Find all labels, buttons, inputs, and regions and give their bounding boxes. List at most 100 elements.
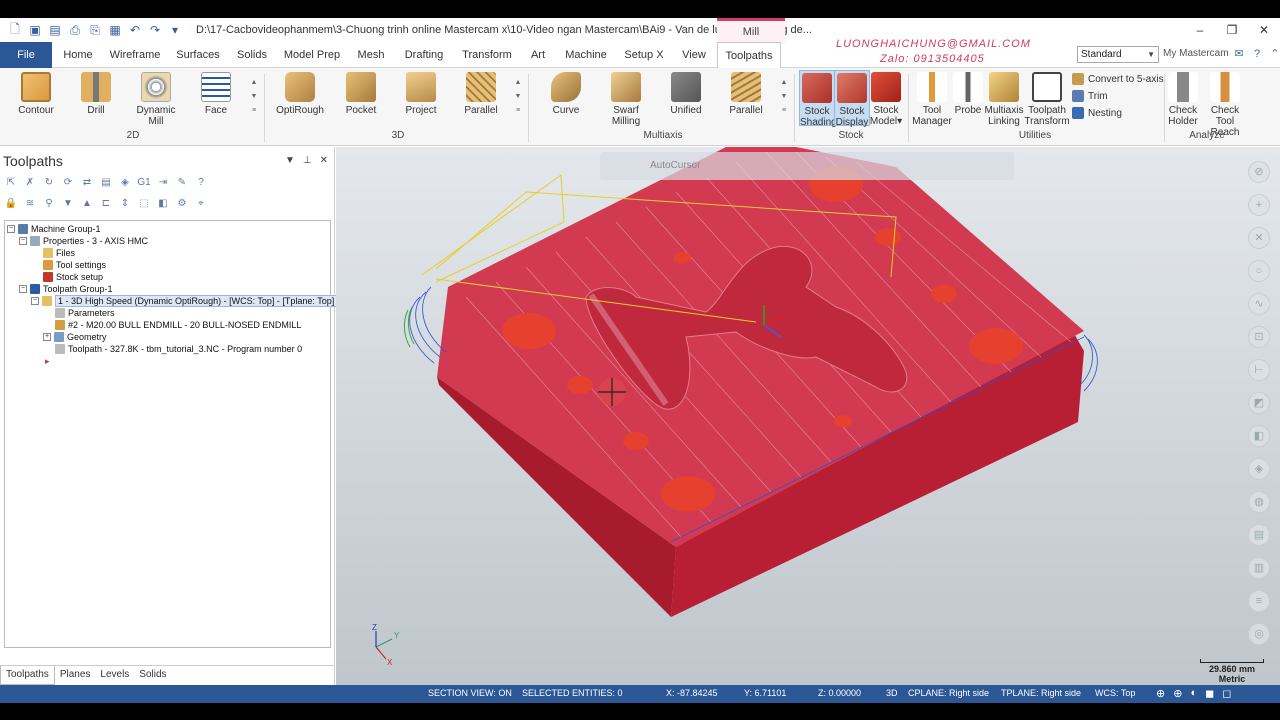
tab-mesh[interactable]: Mesh [352, 42, 390, 68]
tool-manager-button[interactable]: Tool Manager [912, 72, 952, 127]
tree-machine-group[interactable]: − Machine Group-1 [7, 223, 101, 235]
print-icon[interactable]: ⎙ [68, 23, 82, 37]
curve-button[interactable]: Curve [546, 72, 586, 116]
chat-icon[interactable]: ✉ [1232, 47, 1246, 61]
contour-button[interactable]: Contour [14, 72, 58, 116]
tree-tool-settings[interactable]: Tool settings [43, 259, 106, 271]
globe-grid-icon[interactable]: ⊕ [1173, 687, 1182, 700]
tree-tool[interactable]: #2 - M20.00 BULL ENDMILL - 20 BULL-NOSED… [55, 319, 301, 331]
select-all-icon[interactable]: ⇱ [4, 177, 18, 189]
tree-toolpath-group[interactable]: − Toolpath Group-1 [19, 283, 113, 295]
wcs-status[interactable]: WCS: Top [1095, 688, 1135, 698]
customize-qat-icon[interactable]: ▾ [168, 23, 182, 37]
unified-button[interactable]: Unified [664, 72, 708, 116]
check-holder-button[interactable]: Check Holder [1166, 72, 1200, 127]
move-down-icon[interactable]: ▼ [61, 198, 75, 210]
tplane-status[interactable]: TPLANE: Right side [1001, 688, 1081, 698]
my-mastercam-link[interactable]: My Mastercam [1163, 48, 1229, 59]
toggle-post-icon[interactable]: ⚲ [42, 198, 56, 210]
cplane-status[interactable]: CPLANE: Right side [908, 688, 989, 698]
stock-model-button[interactable]: Stock Model▾ [868, 72, 904, 127]
group-icon[interactable]: ▥ [1248, 557, 1270, 579]
level-icon[interactable]: ▤ [1248, 524, 1270, 546]
regenerate-icon[interactable]: ↻ [42, 177, 56, 189]
collapse-toggle[interactable]: − [19, 285, 27, 293]
only-display-selected-icon[interactable]: ⬚ [137, 198, 151, 210]
collapse-ribbon-icon[interactable]: ⌃ [1268, 47, 1280, 61]
circle-icon[interactable]: ○ [1248, 260, 1270, 282]
select-failed-icon[interactable]: ✗ [23, 177, 37, 189]
help-icon[interactable]: ? [1250, 47, 1264, 61]
cube-outline-icon[interactable]: ◻ [1222, 687, 1231, 700]
point-icon[interactable]: ⊡ [1248, 326, 1270, 348]
swarf-milling-button[interactable]: Swarf Milling [598, 72, 654, 127]
collapse-toggle[interactable]: − [19, 237, 27, 245]
tab-art[interactable]: Art [524, 42, 552, 68]
spline-icon[interactable]: ∿ [1248, 293, 1270, 315]
options-icon[interactable]: ⚙ [175, 198, 189, 210]
restore-button[interactable]: ❐ [1216, 18, 1248, 42]
cross-icon[interactable]: ✕ [1248, 227, 1270, 249]
regenerate-dirty-icon[interactable]: ⟳ [61, 177, 75, 189]
gallery-scroll-2d[interactable]: ▲ ▼ ≡ [250, 76, 258, 118]
color-icon[interactable]: ◍ [1248, 491, 1270, 513]
gallery-scroll-3d[interactable]: ▲ ▼ ≡ [514, 76, 522, 118]
insert-arrow-icon[interactable]: ⊏ [99, 198, 113, 210]
toggle-display-icon[interactable]: ≋ [23, 198, 37, 210]
tool-display-icon[interactable]: ⌖ [194, 198, 208, 210]
workspace-select[interactable]: Standard ▼ [1077, 46, 1159, 63]
tab-solids-manager[interactable]: Solids [134, 666, 171, 685]
tab-file[interactable]: File [0, 42, 52, 68]
layers-icon[interactable]: ≡ [1248, 590, 1270, 612]
tree-files[interactable]: Files [43, 247, 75, 259]
plus-icon[interactable]: + [1248, 194, 1270, 216]
tab-solids[interactable]: Solids [232, 42, 272, 68]
collapse-toggle[interactable]: − [31, 297, 39, 305]
solid-icon[interactable]: ◧ [1248, 425, 1270, 447]
mode-3d-toggle[interactable]: 3D [886, 688, 898, 698]
scroll-to-icon[interactable]: ⇕ [118, 198, 132, 210]
lock-edit-icon[interactable]: ✎ [175, 177, 189, 189]
stock-display-button[interactable]: Stock Display [834, 70, 870, 128]
close-button[interactable]: ✕ [1248, 18, 1280, 42]
undo-icon[interactable]: ↶ [128, 23, 142, 37]
move-up-icon[interactable]: ▲ [80, 198, 94, 210]
gallery-scroll-multiaxis[interactable]: ▲ ▼ ≡ [780, 76, 788, 118]
project-button[interactable]: Project [400, 72, 442, 116]
tab-home[interactable]: Home [56, 42, 100, 68]
save-icon[interactable]: ▣ [28, 23, 42, 37]
verify-icon[interactable]: ▤ [99, 177, 113, 189]
tab-toolpaths-manager[interactable]: Toolpaths [0, 666, 55, 685]
dynamic-mill-button[interactable]: Dynamic Mill [128, 72, 184, 127]
convert-to-5axis-button[interactable]: Convert to 5-axis [1072, 73, 1164, 85]
tab-planes[interactable]: Planes [55, 666, 96, 685]
settings-icon[interactable]: ◎ [1248, 623, 1270, 645]
tree-toolpath[interactable]: Toolpath - 327.8K - tbm_tutorial_3.NC - … [55, 343, 302, 355]
properties-icon[interactable]: ▦ [108, 23, 122, 37]
expand-toggle[interactable]: + [43, 333, 51, 341]
surface-icon[interactable]: ◩ [1248, 392, 1270, 414]
globe-icon[interactable]: ⊕ [1156, 687, 1165, 700]
shading-icon[interactable]: ◐ [1190, 687, 1197, 700]
new-file-icon[interactable]: 🗋 [8, 22, 22, 37]
multiaxis-linking-button[interactable]: Multiaxis Linking [984, 72, 1024, 127]
backplot-icon[interactable]: ⇄ [80, 177, 94, 189]
cube-icon[interactable]: ◼ [1205, 687, 1214, 700]
probe-button[interactable]: Probe [952, 72, 984, 116]
simulate-icon[interactable]: ◈ [118, 177, 132, 189]
nesting-button[interactable]: Nesting [1072, 107, 1122, 119]
parallel-multiaxis-button[interactable]: Parallel [724, 72, 768, 116]
parallel-3d-button[interactable]: Parallel [460, 72, 502, 116]
section-view-status[interactable]: SECTION VIEW: ON [428, 688, 512, 698]
graphics-viewport[interactable]: Z Y X AutoCursor ⊘ + ✕ ○ ∿ ⊡ ⊢ ◩ ◧ ◈ ◍ ▤… [336, 147, 1280, 685]
panel-menu-icon[interactable]: ▼ [285, 155, 295, 166]
tab-machine[interactable]: Machine [560, 42, 612, 68]
tab-wireframe[interactable]: Wireframe [106, 42, 164, 68]
dimension-icon[interactable]: ⊢ [1248, 359, 1270, 381]
lock-icon[interactable]: 🔒 [4, 198, 18, 210]
operations-tree[interactable]: − Machine Group-1 − Properties - 3 - AXI… [4, 220, 338, 648]
tree-geometry[interactable]: + Geometry [43, 331, 107, 343]
no-entry-icon[interactable]: ⊘ [1248, 161, 1270, 183]
collapse-toggle[interactable]: − [7, 225, 15, 233]
pin-icon[interactable]: ⊥ [303, 155, 312, 166]
